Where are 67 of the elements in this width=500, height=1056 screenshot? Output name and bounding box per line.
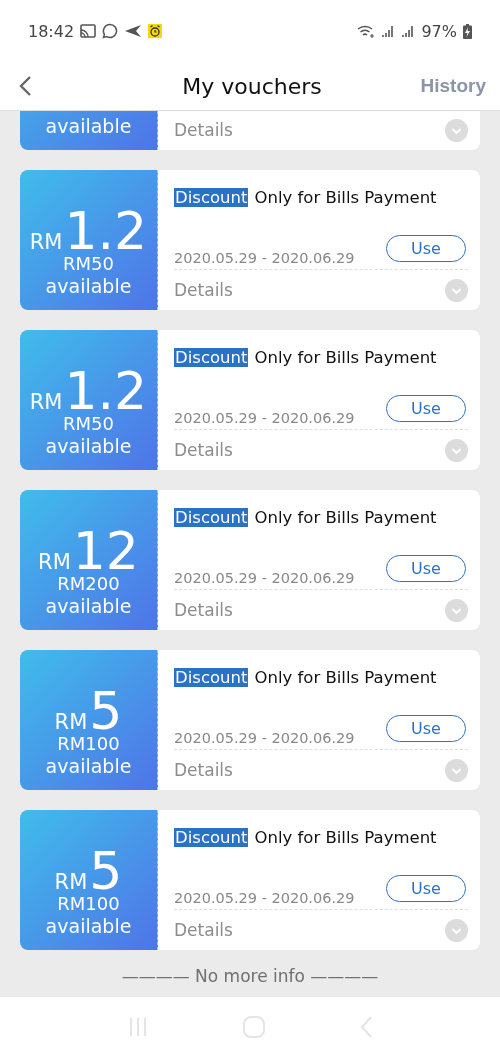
- send-icon: [124, 24, 143, 38]
- voucher-title: Discount Only for Bills Payment: [174, 668, 438, 687]
- expand-icon[interactable]: [445, 118, 468, 142]
- use-button[interactable]: Use: [386, 395, 466, 422]
- details-link[interactable]: Details: [174, 760, 233, 780]
- currency-label: RM: [54, 712, 88, 733]
- validity-dates: 2020.05.29 - 2020.06.29: [174, 250, 355, 266]
- available-label: available: [45, 917, 132, 936]
- min-spend: RM100: [57, 735, 120, 753]
- expand-icon[interactable]: [445, 758, 468, 782]
- voucher-title: Discount Only for Bills Payment: [174, 828, 438, 847]
- validity-dates: 2020.05.29 - 2020.06.29: [174, 890, 355, 906]
- voucher-amount: 5: [89, 689, 123, 733]
- use-button[interactable]: Use: [386, 555, 466, 582]
- voucher-title: Discount Only for Bills Payment: [174, 508, 438, 527]
- wifi-icon: [357, 24, 376, 38]
- expand-icon[interactable]: [445, 278, 468, 302]
- signal-icon: [381, 24, 396, 38]
- back-button[interactable]: [18, 75, 32, 97]
- back-icon: [18, 75, 32, 97]
- min-spend: RM100: [57, 895, 120, 913]
- min-spend: RM50: [63, 415, 114, 433]
- page-title: My vouchers: [181, 73, 323, 99]
- expand-icon[interactable]: [445, 918, 468, 942]
- status-time: 18:42: [28, 21, 75, 41]
- currency-label: RM: [38, 552, 71, 573]
- back-nav-button[interactable]: [359, 1014, 374, 1039]
- validity-dates: 2020.05.29 - 2020.06.29: [174, 730, 355, 746]
- battery-charging-icon: [463, 23, 472, 39]
- min-spend: RM200: [57, 575, 120, 593]
- battery-percent: 97%: [421, 21, 457, 41]
- details-link[interactable]: Details: [174, 920, 233, 940]
- use-button[interactable]: Use: [386, 235, 466, 262]
- end-of-list-text: ———— No more info ————: [121, 965, 379, 986]
- validity-dates: 2020.05.29 - 2020.06.29: [174, 570, 355, 586]
- signal-icon: [401, 24, 416, 38]
- expand-icon[interactable]: [445, 438, 468, 462]
- details-link[interactable]: Details: [174, 440, 233, 460]
- min-spend: RM50: [63, 255, 114, 273]
- details-link[interactable]: Details: [174, 600, 233, 620]
- voucher-title: Discount Only for Bills Payment: [174, 188, 438, 207]
- validity-dates: 2020.05.29 - 2020.06.29: [174, 410, 355, 426]
- cast-icon: [80, 24, 97, 38]
- chat-icon: [102, 23, 119, 39]
- use-button[interactable]: Use: [386, 715, 466, 742]
- use-button[interactable]: Use: [386, 875, 466, 902]
- currency-label: RM: [54, 872, 88, 893]
- voucher-amount: 12: [72, 529, 139, 573]
- available-label: available: [45, 597, 132, 616]
- voucher-title: Discount Only for Bills Payment: [174, 348, 438, 367]
- home-icon: [242, 1014, 266, 1039]
- expand-icon[interactable]: [445, 598, 468, 622]
- voucher-amount: 5: [89, 849, 123, 893]
- available-label: available: [45, 117, 132, 136]
- details-link[interactable]: Details: [174, 120, 233, 140]
- history-link[interactable]: History: [420, 75, 486, 97]
- currency-label: RM: [29, 392, 63, 413]
- voucher-amount: 1.2: [64, 369, 148, 413]
- currency-label: RM: [29, 232, 63, 253]
- voucher-amount: 1.2: [64, 209, 148, 253]
- available-label: available: [45, 757, 132, 776]
- available-label: available: [45, 277, 132, 296]
- home-button[interactable]: [242, 1014, 266, 1039]
- details-link[interactable]: Details: [174, 280, 233, 300]
- alarm-app-icon: [148, 24, 163, 38]
- back-icon: [359, 1014, 374, 1039]
- available-label: available: [45, 437, 132, 456]
